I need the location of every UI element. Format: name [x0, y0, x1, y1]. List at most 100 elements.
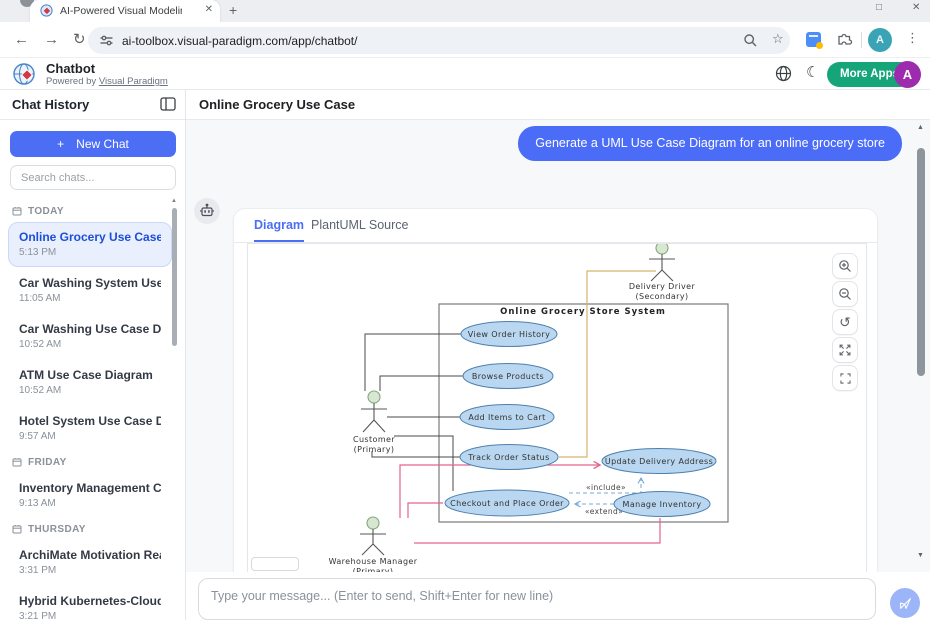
chat-item-title: ATM Use Case Diagram: [19, 368, 161, 382]
zoom-out-icon: [838, 287, 852, 301]
reset-view-button[interactable]: ↺: [832, 309, 858, 335]
actor-delivery-driver-name: Delivery Driver: [629, 282, 696, 291]
chat-item-hotel[interactable]: Hotel System Use Case Diagr... 9:57 AM: [8, 406, 172, 451]
user-account-avatar[interactable]: A: [894, 61, 921, 88]
toolbar-divider: [861, 32, 862, 48]
zoom-in-button[interactable]: [832, 253, 858, 279]
chat-item-online-grocery[interactable]: Online Grocery Use Case 5:13 PM: [8, 222, 172, 267]
dark-mode-moon-icon[interactable]: ☾: [806, 63, 819, 81]
tab-title: AI-Powered Visual Modeling Ch: [60, 5, 182, 17]
bookmark-star-icon[interactable]: ☆: [772, 31, 784, 47]
browser-profile-avatar[interactable]: A: [868, 28, 892, 52]
zoom-out-button[interactable]: [832, 281, 858, 307]
chat-item-atm[interactable]: ATM Use Case Diagram 10:52 AM: [8, 360, 172, 405]
chat-item-title: Car Washing Use Case Diagr...: [19, 322, 161, 336]
usecase-view-order-history: View Order History: [468, 330, 550, 339]
search-chats-input[interactable]: [11, 166, 175, 189]
language-globe-icon[interactable]: [775, 65, 792, 82]
window-maximize-icon[interactable]: □: [876, 2, 882, 13]
extensions-puzzle-icon[interactable]: [836, 30, 853, 47]
usecase-manage-inventory: Manage Inventory: [623, 500, 702, 509]
user-message-bubble: Generate a UML Use Case Diagram for an o…: [518, 126, 902, 161]
chat-item-title: Hybrid Kubernetes-Cloud De...: [19, 594, 161, 608]
actor-customer-role: (Primary): [354, 445, 395, 454]
usecase-checkout-and-place-order: Checkout and Place Order: [450, 499, 564, 508]
forward-icon[interactable]: →: [44, 31, 59, 48]
browser-window: AI-Powered Visual Modeling Ch ✕ + □ ✕ ← …: [0, 0, 930, 620]
sidebar-scrollbar[interactable]: [172, 208, 177, 346]
actor-delivery-driver-role: (Secondary): [635, 292, 688, 301]
send-paper-plane-icon: [899, 597, 912, 610]
new-tab-icon[interactable]: +: [229, 2, 237, 18]
group-label-friday: FRIDAY: [12, 455, 168, 469]
chat-item-car-washing-system[interactable]: Car Washing System Use Case 11:05 AM: [8, 268, 172, 313]
sidebar-header: Chat History: [0, 90, 185, 120]
chat-title: Online Grocery Use Case: [199, 97, 355, 112]
tab-diagram[interactable]: Diagram: [254, 209, 304, 242]
calendar-icon: [12, 457, 22, 467]
actor-customer: Customer (Primary): [353, 391, 395, 454]
powered-by-text: Powered by Visual Paradigm: [46, 76, 168, 87]
fullscreen-button[interactable]: [832, 365, 858, 391]
chat-scroll-down-icon[interactable]: ▼: [917, 552, 924, 559]
chat-item-car-washing-diagram[interactable]: Car Washing Use Case Diagr... 10:52 AM: [8, 314, 172, 359]
tab-close-icon[interactable]: ✕: [205, 4, 213, 15]
chat-scrollbar[interactable]: [917, 148, 925, 376]
chat-item-time: 10:52 AM: [19, 385, 161, 396]
browser-active-tab[interactable]: AI-Powered Visual Modeling Ch ✕: [30, 0, 220, 22]
reload-icon[interactable]: ↻: [73, 30, 86, 48]
chat-item-title: Car Washing System Use Case: [19, 276, 161, 290]
visual-paradigm-link[interactable]: Visual Paradigm: [99, 76, 168, 87]
address-bar[interactable]: ai-toolbox.visual-paradigm.com/app/chatb…: [88, 27, 790, 54]
collapse-panel-icon[interactable]: [160, 97, 176, 111]
actor-warehouse-manager-name: Warehouse Manager: [329, 557, 418, 566]
browser-tab-strip: AI-Powered Visual Modeling Ch ✕ + □ ✕: [0, 0, 930, 22]
expand-button[interactable]: [832, 337, 858, 363]
include-stereotype: «include»: [586, 483, 626, 492]
visual-paradigm-favicon-icon: [40, 4, 53, 17]
chat-header: Online Grocery Use Case: [186, 90, 930, 120]
fullscreen-brackets-icon: [839, 372, 852, 385]
window-close-icon[interactable]: ✕: [912, 2, 920, 13]
calendar-icon: [12, 524, 22, 534]
send-button[interactable]: [890, 588, 920, 618]
browser-toolbar: ← → ↻ ai-toolbox.visual-paradigm.com/app…: [0, 22, 930, 58]
message-input[interactable]: [199, 579, 875, 603]
chat-history-sidebar: Chat History + New Chat TODAY Online Gro…: [0, 90, 186, 620]
chat-item-time: 9:57 AM: [19, 431, 161, 442]
back-icon[interactable]: ←: [14, 31, 29, 48]
site-settings-icon[interactable]: [99, 33, 114, 48]
diagram-canvas[interactable]: Online Grocery Store System: [247, 243, 867, 572]
group-label-thursday: THURSDAY: [12, 522, 168, 536]
zoom-indicator-icon[interactable]: [743, 33, 758, 48]
chat-item-time: 3:31 PM: [19, 565, 161, 576]
chat-item-time: 5:13 PM: [19, 247, 161, 258]
chat-item-title: Online Grocery Use Case: [19, 230, 161, 244]
new-chat-label: New Chat: [76, 137, 129, 151]
side-panel-extension-icon[interactable]: [806, 32, 821, 47]
plus-icon: +: [57, 137, 64, 151]
chat-item-title: Inventory Management Clas...: [19, 481, 161, 495]
chat-messages-area: Generate a UML Use Case Diagram for an o…: [186, 120, 930, 572]
group-label-today: TODAY: [12, 204, 168, 218]
chat-scroll-up-icon[interactable]: ▲: [917, 124, 924, 131]
usecase-track-order-status: Track Order Status: [467, 453, 549, 462]
bot-response-card: Diagram PlantUML Source Online Grocery S…: [233, 208, 878, 572]
robot-icon: [199, 203, 215, 219]
usecase-update-delivery-address: Update Delivery Address: [605, 457, 713, 466]
chat-item-archimate[interactable]: ArchiMate Motivation Realiz... 3:31 PM: [8, 540, 172, 585]
new-chat-button[interactable]: + New Chat: [10, 131, 176, 157]
zoom-in-icon: [838, 259, 852, 273]
chat-item-kubernetes[interactable]: Hybrid Kubernetes-Cloud De... 3:21 PM: [8, 586, 172, 620]
actor-warehouse-manager: Warehouse Manager (Primary): [329, 517, 418, 572]
actor-customer-name: Customer: [353, 435, 395, 444]
app-header: Chatbot Powered by Visual Paradigm ☾ Mor…: [0, 58, 930, 90]
app-title: Chatbot: [46, 61, 95, 76]
sidebar-title: Chat History: [12, 97, 89, 112]
usecase-browse-products: Browse Products: [472, 372, 544, 381]
chat-item-inventory[interactable]: Inventory Management Clas... 9:13 AM: [8, 473, 172, 518]
sidebar-scroll-up-icon[interactable]: ▲: [171, 198, 177, 204]
group-label-text: FRIDAY: [28, 457, 67, 468]
tab-plantuml-source[interactable]: PlantUML Source: [311, 209, 409, 242]
browser-menu-kebab-icon[interactable]: ⋮: [906, 30, 919, 46]
